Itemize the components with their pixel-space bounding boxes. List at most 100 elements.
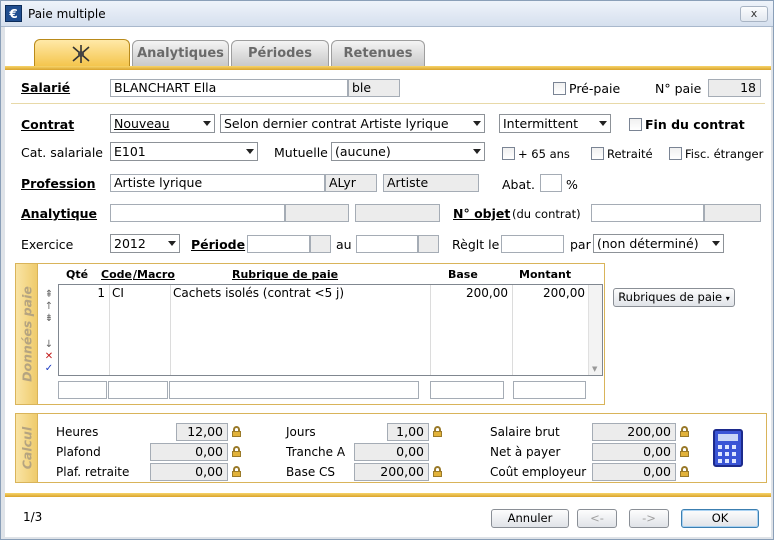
- jours-field: 1,00: [387, 423, 429, 441]
- validate-icon[interactable]: ✓: [44, 364, 54, 374]
- footer-divider: [5, 493, 771, 497]
- par-value: (non déterminé): [597, 236, 699, 251]
- tab-retenues[interactable]: Retenues: [331, 40, 425, 66]
- edit-montant[interactable]: [513, 381, 586, 399]
- contrat-type-select[interactable]: Nouveau: [110, 114, 215, 133]
- abat-field[interactable]: [540, 174, 562, 192]
- baseCS-field: 200,00: [354, 463, 429, 481]
- periode-start-field[interactable]: [247, 235, 310, 253]
- cout-field: 0,00: [592, 463, 676, 481]
- abat-label: Abat.: [502, 177, 536, 192]
- table-row[interactable]: 1 CI Cachets isolés (contrat <5 j) 200,0…: [59, 285, 589, 301]
- move-top-icon[interactable]: ⇞: [44, 290, 54, 300]
- col-code[interactable]: Code: [101, 268, 132, 281]
- chevron-down-icon: [203, 121, 211, 126]
- main-panel: Analytiques Périodes Retenues Salarié BL…: [5, 27, 771, 537]
- tab-periodes[interactable]: Périodes: [231, 40, 329, 66]
- profession-label: Profession: [21, 176, 96, 191]
- tab-underline: [5, 66, 771, 70]
- periode-end-aux: [418, 235, 439, 253]
- mutuelle-select[interactable]: (aucune): [331, 142, 485, 161]
- profession-field[interactable]: Artiste lyrique: [110, 174, 325, 192]
- ok-button[interactable]: OK: [681, 509, 759, 528]
- nobjet-code-field: [704, 204, 761, 222]
- cat-value: E101: [114, 144, 146, 159]
- lock-icon[interactable]: [680, 466, 689, 477]
- plus65-checkbox[interactable]: [502, 147, 515, 160]
- contrat-mode-select[interactable]: Selon dernier contrat Artiste lyrique: [220, 114, 485, 133]
- calcul-side-text: Calcul: [19, 426, 34, 470]
- cout-label: Coût employeur: [490, 465, 587, 479]
- next-button[interactable]: ->: [629, 509, 669, 528]
- prepaie-checkbox[interactable]: [553, 82, 566, 95]
- move-up-icon[interactable]: ↑: [44, 302, 54, 312]
- exercice-select[interactable]: 2012: [110, 234, 180, 253]
- rubriques-button[interactable]: Rubriques de paie ▾: [613, 288, 735, 307]
- au-label: au: [336, 237, 352, 252]
- col-rubrique[interactable]: Rubrique de paie: [232, 268, 338, 281]
- scroll-down-icon[interactable]: ▼: [592, 365, 597, 373]
- edit-qte[interactable]: [58, 381, 107, 399]
- fin-contrat-label: Fin du contrat: [645, 117, 745, 132]
- edit-code[interactable]: [108, 381, 168, 399]
- page-indicator: 1/3: [23, 510, 43, 524]
- calcul-panel: Calcul Heures 12,00 Plafond 0,00 Plaf. r…: [15, 413, 767, 483]
- tab-main[interactable]: [34, 39, 130, 67]
- lock-icon[interactable]: [433, 426, 442, 437]
- pay-grid[interactable]: 1 CI Cachets isolés (contrat <5 j) 200,0…: [58, 284, 603, 376]
- calcul-side-label: Calcul: [16, 414, 38, 482]
- mutuelle-label: Mutuelle: [274, 145, 328, 160]
- retraite-checkbox[interactable]: [591, 147, 604, 160]
- analytique-label: Analytique: [21, 206, 98, 221]
- net-label: Net à payer: [490, 445, 561, 459]
- tab-analytiques[interactable]: Analytiques: [132, 40, 229, 66]
- salarie-label: Salarié: [21, 80, 71, 95]
- edit-base[interactable]: [430, 381, 504, 399]
- fisc-checkbox[interactable]: [669, 147, 682, 160]
- close-button[interactable]: x: [740, 6, 768, 22]
- nobjet-hint: (du contrat): [512, 207, 581, 221]
- lock-icon[interactable]: [433, 466, 442, 477]
- cat-select[interactable]: E101: [110, 142, 258, 161]
- exercice-value: 2012: [114, 236, 146, 251]
- col-macro[interactable]: /Macro: [133, 268, 175, 281]
- lock-icon[interactable]: [680, 446, 689, 457]
- heures-field: 12,00: [176, 423, 228, 441]
- prev-button[interactable]: <-: [577, 509, 617, 528]
- grid-scrollbar[interactable]: ▼: [588, 285, 602, 375]
- jours-label: Jours: [286, 425, 316, 439]
- contrat-label: Contrat: [21, 117, 75, 132]
- contrat-status-value: Intermittent: [503, 116, 579, 131]
- donnees-panel: Données paie Qté Code /Macro Rubrique de…: [15, 263, 605, 405]
- fin-contrat-checkbox[interactable]: [629, 118, 642, 131]
- insert-icon[interactable]: ↓: [44, 340, 54, 350]
- delete-icon[interactable]: ✕: [44, 352, 54, 362]
- col-montant: Montant: [519, 268, 572, 281]
- reglt-label: Règlt le: [452, 237, 500, 252]
- contrat-mode-value: Selon dernier contrat Artiste lyrique: [224, 116, 449, 131]
- periode-end-field[interactable]: [356, 235, 418, 253]
- periode-start-aux: [310, 235, 331, 253]
- salarie-name-field[interactable]: BLANCHART Ella: [110, 79, 348, 97]
- lock-icon[interactable]: [232, 446, 241, 457]
- abat-unit: %: [566, 177, 578, 192]
- nobjet-field[interactable]: [591, 204, 704, 222]
- par-select[interactable]: (non déterminé): [593, 234, 724, 253]
- annuler-button[interactable]: Annuler: [491, 509, 569, 528]
- reglt-field[interactable]: [501, 235, 564, 253]
- lock-icon[interactable]: [232, 426, 241, 437]
- lock-icon[interactable]: [680, 426, 689, 437]
- analytique-code-field: [285, 204, 349, 222]
- trancheA-label: Tranche A: [286, 445, 346, 459]
- nobjet-label: N° objet: [453, 206, 511, 221]
- brut-field: 200,00: [592, 423, 676, 441]
- chevron-down-icon: [168, 241, 176, 246]
- contrat-status-select[interactable]: Intermittent: [499, 114, 611, 133]
- calculator-icon[interactable]: [713, 429, 743, 467]
- move-down-icon[interactable]: ⇟: [44, 314, 54, 324]
- lock-icon[interactable]: [232, 466, 241, 477]
- heures-label: Heures: [56, 425, 99, 439]
- profession-code-field: ALyr: [325, 174, 377, 192]
- edit-rubrique[interactable]: [169, 381, 419, 399]
- analytique-field[interactable]: [110, 204, 285, 222]
